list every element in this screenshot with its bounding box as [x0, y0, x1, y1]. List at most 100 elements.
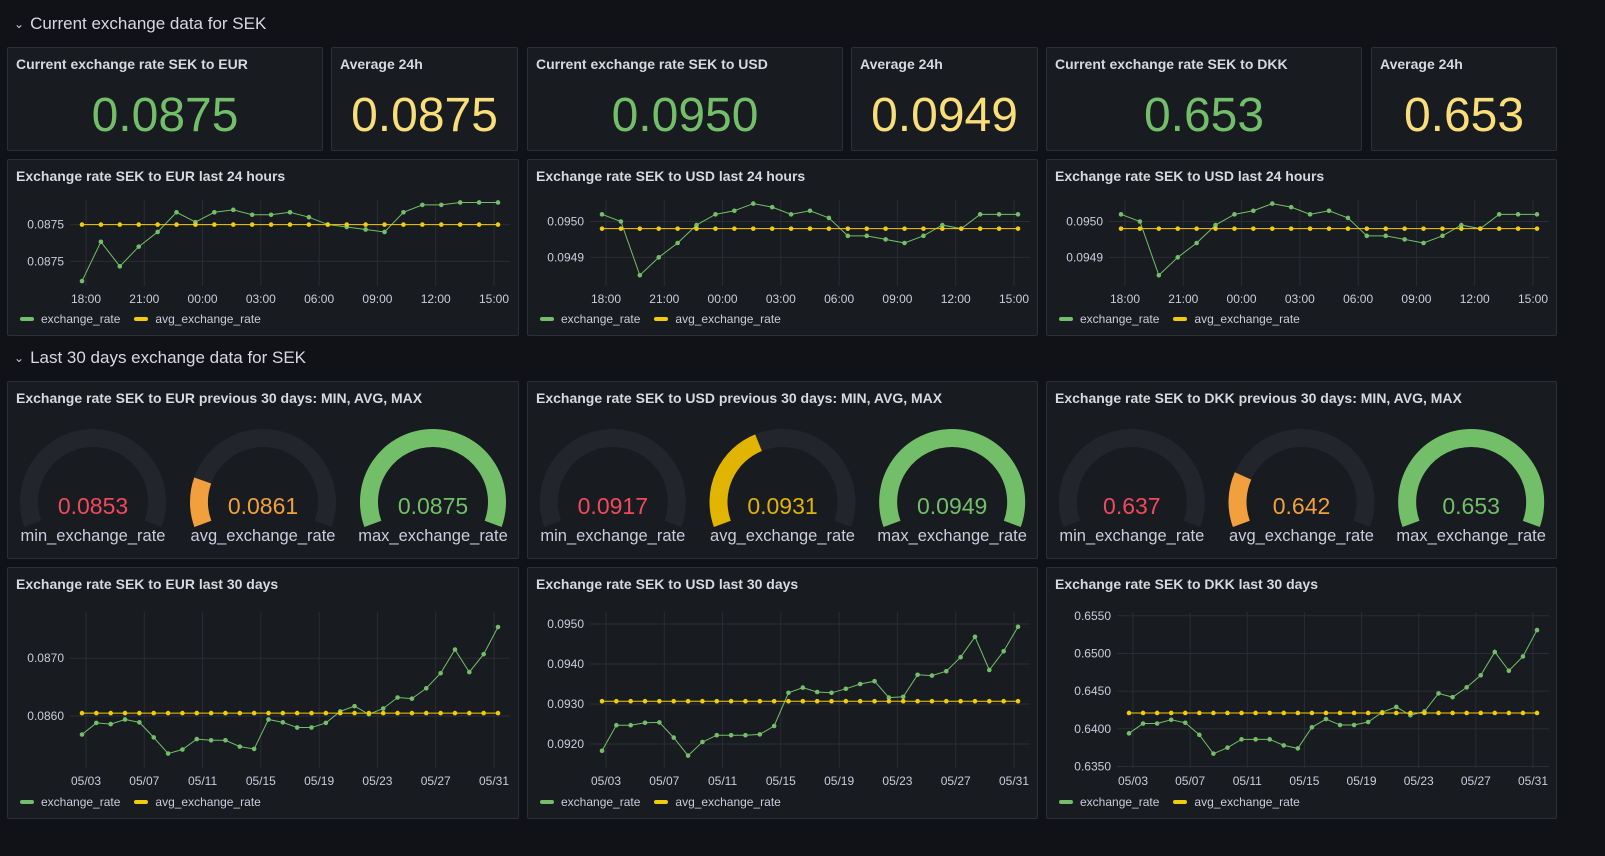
- y-tick-label: 0.0870: [27, 651, 64, 665]
- row-title-current: Current exchange data for SEK: [30, 14, 267, 33]
- row-title-last30: Last 30 days exchange data for SEK: [30, 348, 307, 367]
- x-tick-label: 06:00: [1343, 292, 1373, 306]
- y-tick-label: 0.6500: [1074, 646, 1111, 660]
- legend-item-exchange-rate[interactable]: exchange_rate: [540, 795, 640, 809]
- data-point: [1269, 201, 1275, 206]
- legend-item-exchange-rate[interactable]: exchange_rate: [20, 312, 120, 326]
- timeseries-panel-eur-24h[interactable]: 0.0875 0.0875 18:00 21:00 00:00 03:00 06:00 09:…: [7, 159, 519, 336]
- legend-item-avg-exchange-rate[interactable]: avg_exchange_rate: [134, 795, 261, 809]
- data-point: [452, 647, 458, 652]
- gauge-label: avg_exchange_rate: [710, 527, 855, 545]
- panel-title: Current exchange rate SEK to DKK: [1055, 56, 1288, 72]
- data-point: [323, 710, 329, 716]
- timeseries-panel-eur-30d[interactable]: 0.0870 0.0860 05/03 05/07 05/11 05/15 05/19 05/…: [7, 567, 519, 819]
- stat-panel-usd-avg[interactable]: Average 24h 0.0949: [851, 47, 1038, 151]
- data-point: [921, 233, 926, 239]
- legend-item-avg-exchange-rate[interactable]: avg_exchange_rate: [654, 795, 781, 809]
- stat-panel-eur[interactable]: Current exchange rate SEK to EUR 0.0875: [7, 47, 323, 151]
- data-point: [1197, 710, 1202, 716]
- data-point: [1015, 212, 1021, 217]
- data-point: [1154, 721, 1160, 726]
- gauge-value: 0.637: [1103, 493, 1161, 519]
- data-point: [1408, 710, 1413, 716]
- x-tick-label: 05/23: [882, 774, 912, 788]
- data-point: [165, 751, 171, 756]
- stat-panel-usd[interactable]: Current exchange rate SEK to USD 0.0950: [527, 47, 843, 151]
- x-tick-label: 09:00: [882, 292, 912, 306]
- x-tick-label: 03:00: [1285, 292, 1315, 306]
- data-point: [1175, 226, 1181, 231]
- data-point: [843, 686, 849, 692]
- timeseries-panel-usd-30d[interactable]: 0.0950 0.0940 0.0930 0.0920 05/03 05/07 05/11 0…: [527, 567, 1038, 819]
- legend-item-avg-exchange-rate[interactable]: avg_exchange_rate: [134, 312, 261, 326]
- stat-panel-eur-avg[interactable]: Average 24h 0.0875: [331, 47, 518, 151]
- data-point: [249, 222, 255, 227]
- data-point: [728, 698, 734, 704]
- stat-panel-dkk[interactable]: Current exchange rate SEK to DKK 0.653: [1046, 47, 1362, 151]
- data-point: [180, 710, 185, 716]
- data-point: [788, 226, 794, 231]
- data-point: [656, 255, 662, 260]
- gauge-panel-eur[interactable]: 0.0853 min_exchange_rate 0.0861 avg_exchang…: [7, 381, 519, 559]
- data-point: [1156, 226, 1162, 231]
- data-point: [1323, 716, 1329, 722]
- gauge-value: 0.653: [1442, 493, 1500, 519]
- x-tick-label: 05/27: [421, 774, 451, 788]
- data-point: [294, 710, 300, 716]
- data-point: [79, 732, 85, 737]
- legend-item-avg-exchange-rate[interactable]: avg_exchange_rate: [1173, 312, 1300, 326]
- data-point: [614, 722, 619, 728]
- gauge-value: 0.0875: [398, 493, 468, 519]
- y-tick-label: 0.0950: [1066, 215, 1103, 229]
- data-point: [452, 710, 458, 716]
- data-point: [599, 698, 605, 704]
- x-tick-label: 21:00: [649, 292, 679, 306]
- data-point: [1295, 710, 1301, 716]
- x-tick-label: 21:00: [1168, 292, 1198, 306]
- data-point: [814, 698, 820, 704]
- data-point: [1251, 208, 1256, 214]
- legend-item-exchange-rate[interactable]: exchange_rate: [1059, 312, 1159, 326]
- legend-item-exchange-rate[interactable]: exchange_rate: [1059, 795, 1159, 809]
- stat-panel-dkk-avg[interactable]: Average 24h 0.653: [1371, 47, 1557, 151]
- data-point: [1394, 704, 1399, 710]
- legend: exchange_rate avg_exchange_rate: [1059, 795, 1300, 809]
- data-point: [136, 244, 142, 249]
- gauge-panel-dkk[interactable]: 0.637 min_exchange_rate 0.642 avg_exchange_…: [1046, 381, 1557, 559]
- legend-item-avg-exchange-rate[interactable]: avg_exchange_rate: [1173, 795, 1300, 809]
- legend-item-exchange-rate[interactable]: exchange_rate: [20, 795, 120, 809]
- data-point: [208, 737, 214, 743]
- data-point: [1436, 710, 1441, 716]
- data-point: [481, 710, 486, 716]
- panel-title: Average 24h: [1380, 56, 1463, 72]
- data-point: [864, 233, 870, 239]
- gauge-value: 0.0861: [228, 493, 298, 519]
- stat-value: 0.0875: [91, 89, 239, 142]
- data-point: [685, 753, 691, 758]
- gauge-panel-usd[interactable]: 0.0917 min_exchange_rate 0.0931 avg_exchang…: [527, 381, 1038, 559]
- legend-item-avg-exchange-rate[interactable]: avg_exchange_rate: [654, 312, 781, 326]
- gauge-fill: [1228, 472, 1252, 527]
- legend-swatch: [1173, 317, 1188, 321]
- x-tick-label: 05/23: [1404, 774, 1434, 788]
- data-point: [155, 229, 160, 235]
- legend-item-exchange-rate[interactable]: exchange_rate: [540, 312, 640, 326]
- data-point: [208, 710, 214, 716]
- data-point: [223, 737, 228, 743]
- stat-value: 0.0875: [351, 89, 498, 142]
- data-point: [1337, 710, 1343, 716]
- data-point: [137, 710, 142, 716]
- data-point: [438, 222, 444, 227]
- timeseries-panel-usd-24h[interactable]: 0.0950 0.0949 18:00 21:00 00:00 03:00 06:00 09:…: [527, 159, 1038, 336]
- data-point: [98, 222, 104, 227]
- y-tick-label: 0.6550: [1074, 609, 1111, 623]
- row-header-current[interactable]: ⌄ Current exchange data for SEK: [14, 14, 266, 34]
- x-tick-label: 05/27: [941, 774, 971, 788]
- data-point: [1534, 212, 1540, 217]
- panel-title: Exchange rate SEK to EUR last 24 hours: [16, 168, 286, 184]
- timeseries-panel-dkk-24h[interactable]: 0.0950 0.0949 18:00 21:00 00:00 03:00 06:00 09:…: [1046, 159, 1557, 336]
- data-point: [977, 226, 983, 231]
- timeseries-panel-dkk-30d[interactable]: 0.6550 0.6500 0.6450 0.6400 0.6350 05/03 05/07…: [1046, 567, 1557, 819]
- x-tick-label: 15:00: [1518, 292, 1548, 306]
- row-header-last30[interactable]: ⌄ Last 30 days exchange data for SEK: [14, 348, 306, 368]
